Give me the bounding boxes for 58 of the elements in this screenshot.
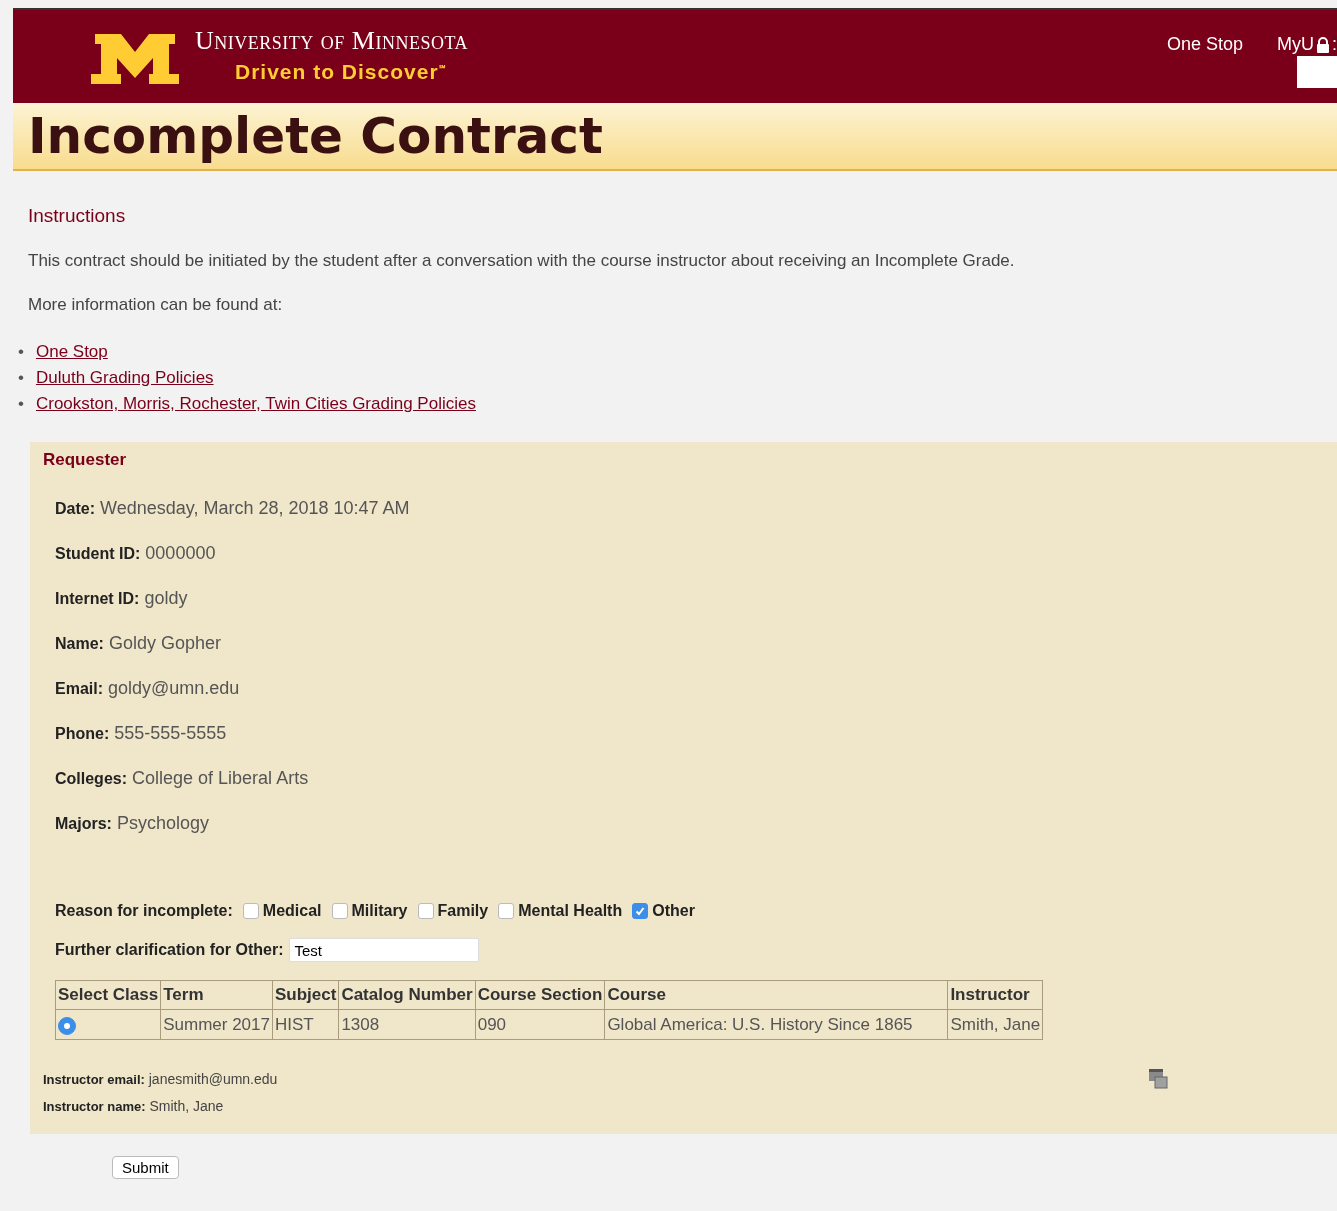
paragraph: This contract should be initiated by the student after a conversation with the course instructor about receiving an Incomplete Grade. <box>28 251 1016 271</box>
info-line: Instructor email: janesmith@umn.edu <box>43 1071 278 1087</box>
table-cell: 1308 <box>338 1009 476 1040</box>
page-title: Incomplete Contract <box>28 107 603 165</box>
window-icon <box>1148 1068 1168 1090</box>
table-cell: HIST <box>272 1009 339 1040</box>
tagline: Driven to Discover$^{℠}$ <box>235 60 447 84</box>
submit-button[interactable]: Submit <box>112 1156 179 1179</box>
nav-colon: : <box>1332 34 1337 55</box>
section-heading: Instructions <box>28 205 127 227</box>
column-header: Instructor <box>947 980 1043 1010</box>
paragraph: More information can be found at: <box>28 295 284 315</box>
nav-link[interactable]: One Stop <box>1166 34 1243 55</box>
info-line: Colleges: College of Liberal Arts <box>55 768 310 789</box>
checkbox-label: Military <box>351 902 408 920</box>
column-header: Course Section <box>475 980 605 1010</box>
checkbox[interactable] <box>331 903 348 919</box>
section-heading: Requester <box>43 450 128 470</box>
bullet: • <box>18 367 24 389</box>
input-field[interactable] <box>1297 56 1337 88</box>
field-label: Reason for incomplete: <box>55 902 233 920</box>
input-field[interactable]: Test <box>289 938 480 962</box>
info-line: Email: goldy@umn.edu <box>55 678 241 699</box>
info-line: Name: Goldy Gopher <box>55 633 222 654</box>
info-line: Student ID: 0000000 <box>55 543 217 564</box>
column-header: Term <box>160 980 273 1010</box>
column-header: Catalog Number <box>338 980 476 1010</box>
checkbox[interactable] <box>242 903 259 919</box>
university-name: University of Minnesota <box>195 26 468 56</box>
table-cell: Global America: U.S. History Since 1865 <box>604 1009 948 1040</box>
column-header: Subject <box>272 980 339 1010</box>
column-header: Select Class <box>55 980 161 1010</box>
radio-button[interactable] <box>58 1017 76 1035</box>
lock-icon <box>1316 36 1330 53</box>
column-header: Course <box>604 980 948 1010</box>
bullet: • <box>18 393 24 415</box>
table-cell: 090 <box>475 1009 605 1040</box>
logo-icon <box>91 34 179 84</box>
checkbox[interactable] <box>498 903 515 919</box>
checkbox-label: Mental Health <box>518 902 623 920</box>
table-cell: Smith, Jane <box>947 1009 1043 1040</box>
link[interactable]: One Stop <box>35 339 108 365</box>
info-line: Date: Wednesday, March 28, 2018 10:47 AM <box>55 498 411 519</box>
info-line: Phone: 555-555-5555 <box>55 723 228 744</box>
checkbox[interactable] <box>417 903 434 919</box>
info-line: Instructor name: Smith, Jane <box>43 1098 225 1114</box>
info-line: Majors: Psychology <box>55 813 210 834</box>
bullet: • <box>18 341 24 363</box>
table-cell: Summer 2017 <box>160 1009 273 1040</box>
checkbox[interactable] <box>632 903 649 919</box>
nav-link[interactable]: MyU <box>1277 34 1314 55</box>
link[interactable]: Duluth Grading Policies <box>35 365 214 391</box>
checkbox-label: Medical <box>262 902 322 920</box>
link[interactable]: Crookston, Morris, Rochester, Twin Cities Grading Policies <box>35 391 476 417</box>
checkbox-label: Family <box>437 902 489 920</box>
field-label: Further clarification for Other: <box>55 941 284 959</box>
checkbox-label: Other <box>652 902 695 920</box>
info-line: Internet ID: goldy <box>55 588 189 609</box>
